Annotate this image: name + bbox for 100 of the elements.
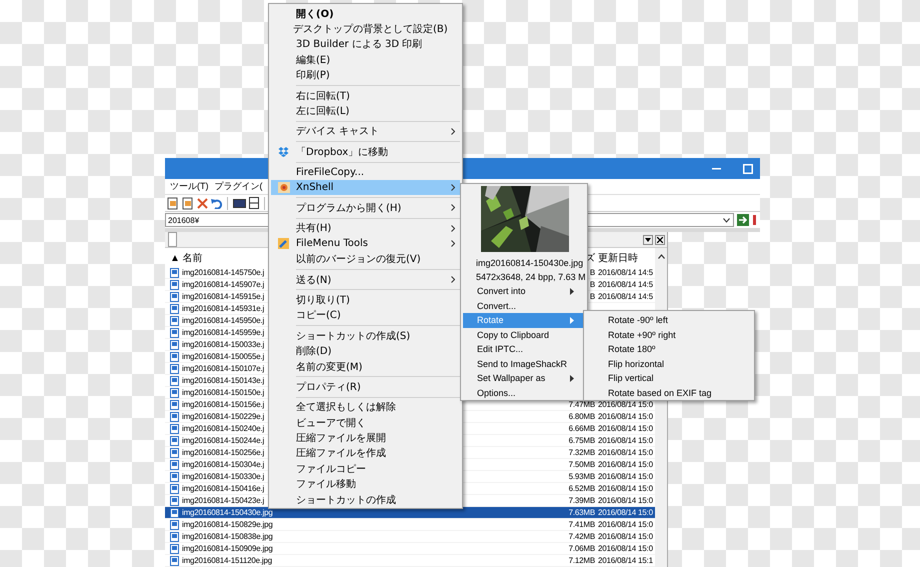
panel-tab[interactable]: [168, 232, 177, 247]
menu-item[interactable]: Convert into: [463, 284, 585, 298]
image-file-icon: [170, 268, 179, 278]
file-date: 2016/08/14 15:0: [598, 460, 653, 469]
menu-item[interactable]: デバイス キャスト: [271, 124, 460, 140]
menu-item[interactable]: Convert...: [463, 298, 585, 313]
file-row[interactable]: img20160814-150829e.jpg 7.41MB 2016/08/14 15:0: [165, 519, 655, 531]
menu-bar-item[interactable]: ツール(T): [170, 180, 208, 194]
menu-item[interactable]: Copy to Clipboard: [463, 328, 585, 342]
scroll-up-icon[interactable]: [658, 254, 664, 259]
file-name: img20160814-150229e.j: [182, 412, 264, 421]
document-icon[interactable]: [182, 196, 194, 210]
menu-item[interactable]: コピー(C): [271, 308, 460, 324]
menu-item[interactable]: 圧縮ファイルを作成: [271, 446, 460, 462]
file-date: 2016/08/14 15:0: [598, 400, 653, 409]
menu-item[interactable]: Flip horizontal: [608, 356, 752, 371]
column-header[interactable]: 更新日時: [595, 250, 655, 264]
file-date: 2016/08/14 15:0: [598, 448, 653, 457]
file-info: 5472x3648, 24 bpp, 7.63 M: [475, 271, 585, 284]
menu-item[interactable]: XnShell: [271, 180, 460, 196]
close-button[interactable]: [655, 234, 665, 244]
menu-item[interactable]: Edit IPTC...: [463, 342, 585, 356]
menu-item[interactable]: Rotate -90º left: [608, 313, 752, 328]
submenu-arrow-icon: [570, 288, 574, 295]
file-name: img20160814-150107e.j: [182, 364, 264, 373]
file-name: img20160814-150240e.j: [182, 424, 264, 433]
image-file-icon: [170, 304, 179, 314]
file-name: img20160814-150143e.j: [182, 376, 264, 385]
menu-item[interactable]: Rotate 180º: [608, 342, 752, 356]
box-icon: [278, 146, 289, 157]
menu-item[interactable]: 切り取り(T): [271, 292, 460, 308]
menu-item[interactable]: プロパティ(R): [271, 379, 460, 395]
dropdown-icon: [645, 238, 651, 242]
file-row[interactable]: img20160814-151120e.jpg 7.12MB 2016/08/14 15:1: [165, 555, 655, 567]
file-date: 2016/08/14 15:0: [598, 520, 653, 529]
menu-item[interactable]: 圧縮ファイルを展開: [271, 430, 460, 446]
menu-item[interactable]: 編集(E): [271, 52, 460, 68]
file-date: 2016/08/14 15:0: [598, 472, 653, 481]
file-name: img20160814-145750e.j: [182, 268, 264, 277]
menu-item[interactable]: Flip vertical: [608, 371, 752, 386]
menu-item[interactable]: ショートカットの作成: [271, 492, 460, 508]
dropdown-button[interactable]: [643, 234, 653, 244]
file-name: img20160814-150055e.j: [182, 352, 264, 361]
file-name: img20160814-145915e.j: [182, 292, 264, 301]
menu-item[interactable]: デスクトップの背景として設定(B): [271, 21, 460, 37]
menu-item[interactable]: 共有(H): [271, 220, 460, 236]
file-row[interactable]: img20160814-150430e.jpg 7.63MB 2016/08/14 15:0: [165, 507, 655, 519]
menu-item[interactable]: 右に回転(T): [271, 88, 460, 104]
menu-item[interactable]: ショートカットの作成(S): [271, 328, 460, 344]
menu-item[interactable]: Rotate +90º right: [608, 328, 752, 342]
menu-item[interactable]: 送る(N): [271, 272, 460, 288]
menu-item[interactable]: 開く(O): [271, 6, 460, 22]
menu-item[interactable]: 「Dropbox」に移動: [271, 144, 460, 160]
undo-icon[interactable]: [211, 198, 222, 209]
file-size: 7.39MB: [568, 496, 595, 505]
menu-item[interactable]: 左に回転(L): [271, 103, 460, 119]
menu-item[interactable]: 以前のバージョンの復元(V): [271, 251, 460, 267]
file-date: 2016/08/14 15:0: [598, 436, 653, 445]
image-file-icon: [170, 316, 179, 326]
menu-bar-item[interactable]: プラグイン(: [214, 180, 262, 194]
menu-item[interactable]: Rotate based on EXIF tag: [608, 386, 752, 400]
menu-item[interactable]: Options...: [463, 386, 585, 400]
menu-item[interactable]: Send to ImageShackR: [463, 356, 585, 371]
file-name: img20160814-150838e.jpg: [182, 532, 273, 541]
menu-item[interactable]: FireFileCopy...: [271, 164, 460, 180]
menu-item[interactable]: 削除(D): [271, 343, 460, 359]
file-name: img20160814-150416e.j: [182, 484, 264, 493]
menu-item[interactable]: Set Wallpaper as: [463, 371, 585, 386]
menu-item[interactable]: 全て選択もしくは解除: [271, 400, 460, 415]
maximize-icon: [743, 164, 753, 174]
toolbar-icon[interactable]: [752, 214, 758, 226]
file-size: B: [590, 268, 595, 277]
menu-item[interactable]: 3D Builder による 3D 印刷: [271, 36, 460, 52]
file-row[interactable]: img20160814-150838e.jpg 7.42MB 2016/08/14 15:0: [165, 531, 655, 543]
menu-item[interactable]: ビューアで開く: [271, 414, 460, 430]
file-size: 5.93MB: [568, 472, 595, 481]
go-icon[interactable]: [737, 214, 749, 226]
file-date: 2016/08/14 15:0: [598, 484, 653, 493]
file-date: 2016/08/14 15:0: [598, 532, 653, 541]
file-name: img20160814-150256e.j: [182, 448, 264, 457]
monitor-icon[interactable]: [233, 198, 246, 209]
file-name: img20160814-150150e.j: [182, 388, 264, 397]
menu-item[interactable]: 印刷(P): [271, 68, 460, 83]
delete-icon[interactable]: [197, 198, 208, 209]
image-file-icon: [170, 544, 179, 554]
file-name: img20160814-150829e.jpg: [182, 520, 273, 529]
menu-item[interactable]: 名前の変更(M): [271, 358, 460, 374]
menu-item[interactable]: プログラムから開く(H): [271, 200, 460, 216]
image-file-icon: [170, 364, 179, 374]
image-file-icon: [170, 532, 179, 542]
file-date: 2016/08/14 14:5: [598, 280, 653, 289]
file-size: B: [590, 280, 595, 289]
document-icon[interactable]: [167, 196, 179, 210]
layout-icon[interactable]: [249, 197, 259, 210]
file-size: 6.66MB: [568, 424, 595, 433]
image-file-icon: [170, 376, 179, 386]
menu-item[interactable]: FileMenu Tools: [271, 236, 460, 252]
file-name: img20160814-145959e.j: [182, 328, 264, 337]
submenu-arrow-icon: [570, 316, 574, 324]
file-row[interactable]: img20160814-150909e.jpg 7.06MB 2016/08/14 15:0: [165, 543, 655, 555]
